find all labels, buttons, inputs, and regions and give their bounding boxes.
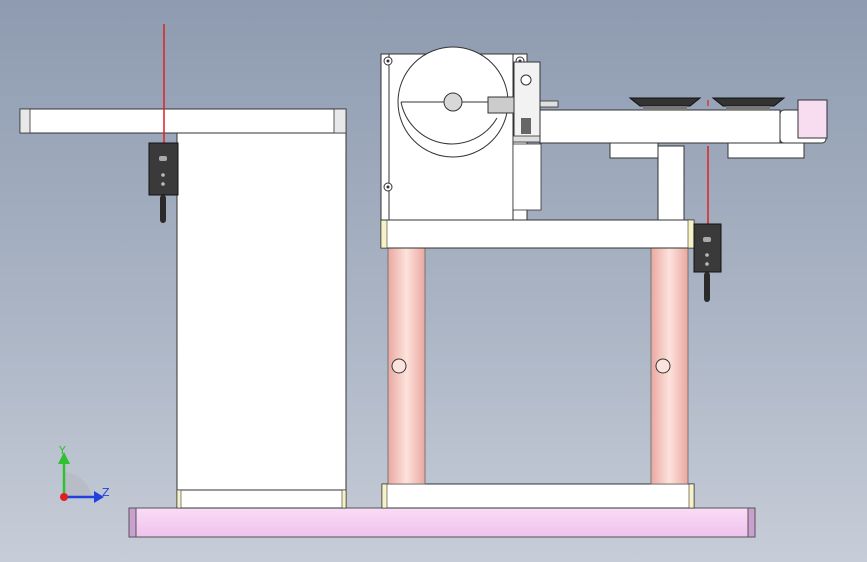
z-axis-label: Z	[102, 486, 110, 499]
y-axis-label: Y	[58, 444, 66, 457]
left-top-plate	[19, 108, 347, 134]
pillar-left	[387, 247, 426, 485]
left-column-block	[176, 132, 347, 509]
right-lower-plate	[381, 483, 695, 509]
beam-pads	[609, 142, 805, 159]
pillar-right	[650, 247, 689, 485]
axis-origin	[60, 493, 68, 501]
support-rod	[657, 145, 685, 221]
motor-bracket	[512, 61, 544, 211]
base-plate	[128, 507, 756, 538]
coordinate-triad: Y Z	[58, 444, 110, 503]
right-upper-plate	[380, 219, 695, 249]
cad-assembly-drawing[interactable]: Y Z	[0, 0, 867, 562]
suction-cups	[628, 97, 786, 110]
cad-viewport[interactable]: Y Z	[0, 0, 867, 562]
